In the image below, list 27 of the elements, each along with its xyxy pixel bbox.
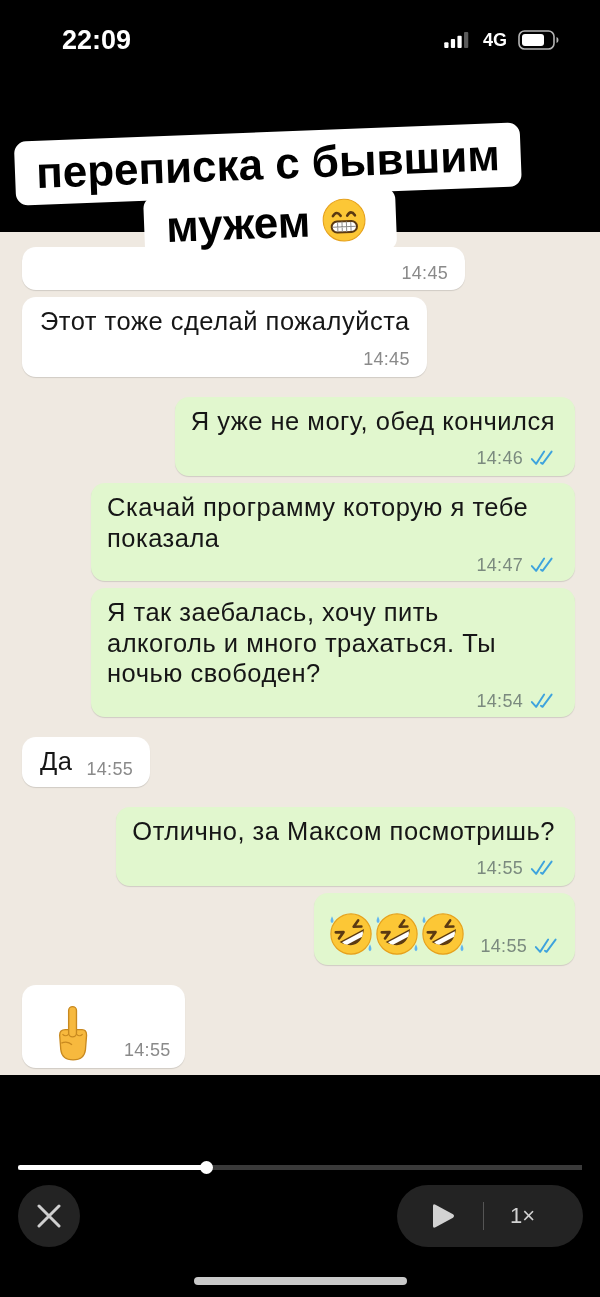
grinning-face-icon — [321, 197, 367, 243]
message-text: Я так заебалась, хочу пить алкоголь и много трахаться. Ты ночью свободен? — [107, 598, 497, 687]
network-label: 4G — [483, 29, 507, 51]
message-text: Этот тоже сделай пожалуйста — [40, 307, 410, 335]
laughing-face-icon — [374, 911, 421, 957]
play-icon — [431, 1203, 455, 1229]
battery-icon — [518, 30, 559, 50]
message-time: 14:55 — [480, 935, 527, 957]
message-time: 14:47 — [476, 554, 523, 576]
laughing-face-icon — [328, 911, 375, 957]
message-time: 14:55 — [86, 757, 133, 780]
message-time: 14:46 — [476, 447, 523, 469]
message-time: 14:45 — [401, 262, 448, 284]
progress-thumb[interactable] — [200, 1161, 214, 1174]
message-text: Скачай программу которую я тебе показала — [107, 493, 529, 552]
laughing-face-icon — [420, 911, 467, 957]
message-text: Отлично, за Максом посмотришь? — [132, 816, 555, 845]
message-time: 14:54 — [476, 689, 523, 712]
status-time: 22:09 — [62, 24, 132, 56]
message-time: 14:55 — [124, 1039, 171, 1061]
close-icon — [37, 1204, 61, 1228]
message-text: Я уже не могу, обед кончился — [190, 406, 555, 435]
message-text: Да — [40, 746, 73, 775]
message-time: 14:55 — [476, 857, 523, 879]
message-time: 14:45 — [363, 347, 410, 370]
speed-button[interactable]: 1× — [510, 1203, 536, 1229]
signal-icon — [444, 32, 469, 48]
